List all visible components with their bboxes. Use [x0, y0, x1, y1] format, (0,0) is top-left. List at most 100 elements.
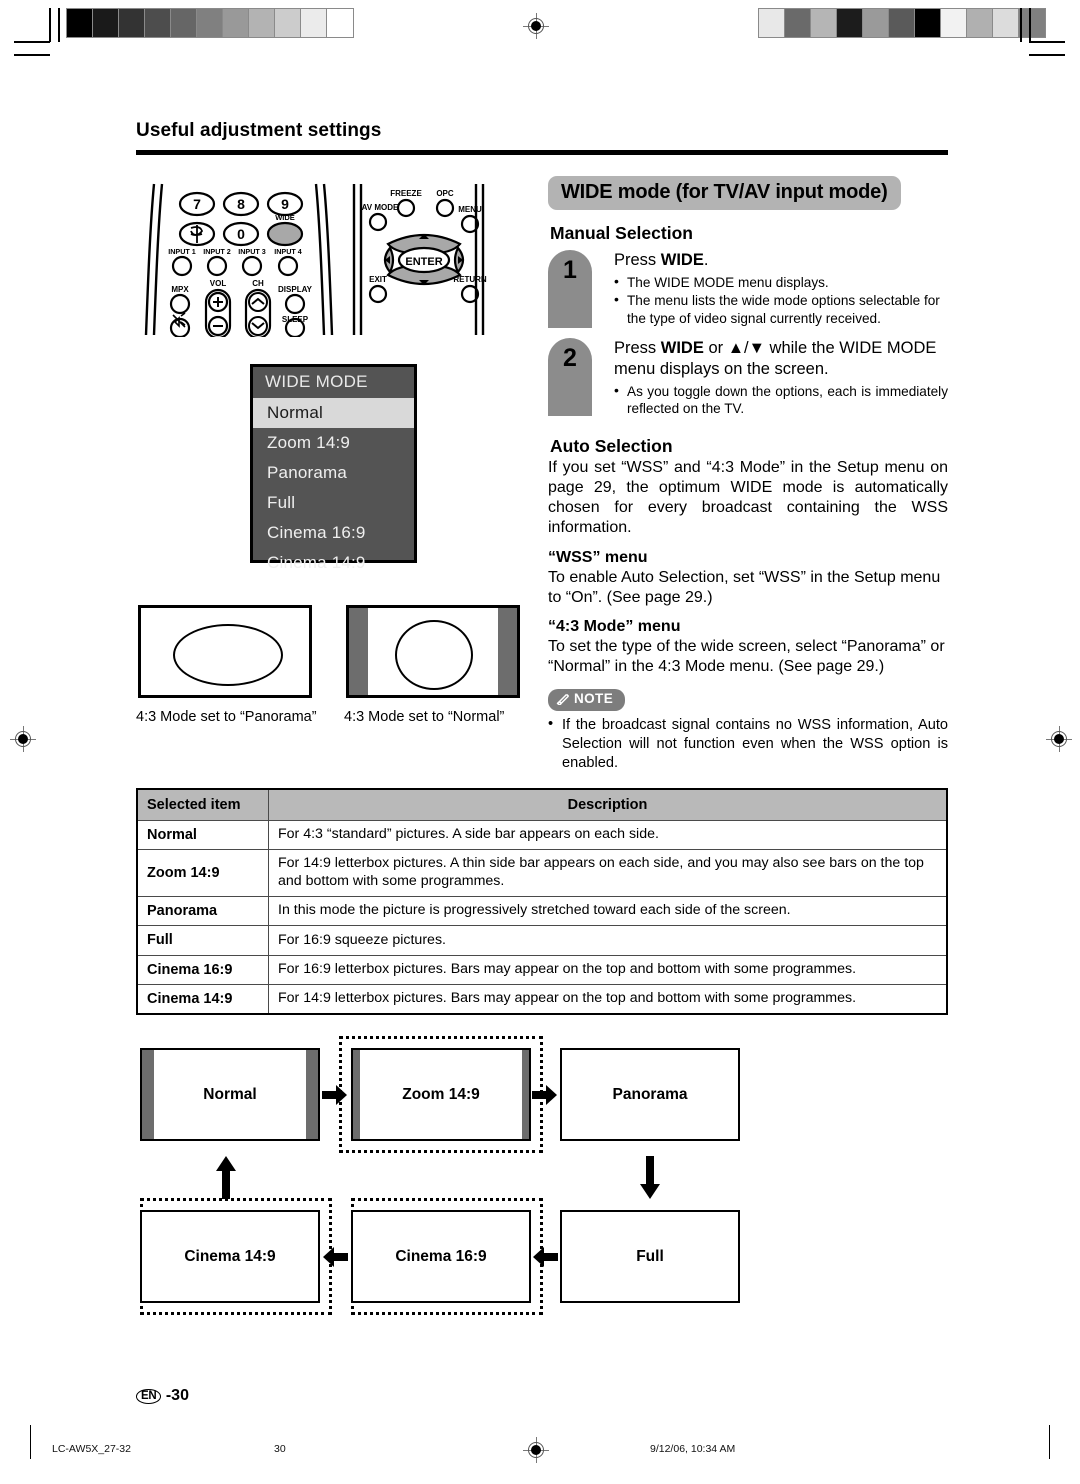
table-header-description: Description [268, 788, 948, 821]
svg-text:9: 9 [281, 196, 289, 212]
svg-text:OPC: OPC [436, 189, 454, 198]
flow-box-normal: Normal [140, 1048, 320, 1141]
table-row: Full For 16:9 squeeze pictures. [136, 925, 948, 956]
step-1-bullets: The WIDE MODE menu displays. The menu li… [614, 273, 948, 327]
note-badge: NOTE [548, 689, 626, 712]
table-cell-item: Panorama [136, 896, 269, 927]
flow-box-label: Zoom 14:9 [402, 1085, 480, 1103]
wide-mode-flow-diagram: Normal Zoom 14:9 Panorama Cinema 14:9 Ci… [136, 1030, 876, 1330]
svg-text:AV MODE: AV MODE [362, 203, 399, 212]
page-title: Useful adjustment settings [136, 120, 382, 141]
arrow-down-icon [639, 1156, 661, 1200]
flow-box-cinema-14-9: Cinema 14:9 [140, 1210, 320, 1303]
osd-title: WIDE MODE [265, 372, 368, 391]
manual-selection-title: Manual Selection [550, 223, 693, 243]
step-2-number: 2 [548, 338, 592, 416]
table-cell-item: Cinema 16:9 [136, 954, 269, 985]
svg-text:INPUT 1: INPUT 1 [168, 247, 196, 256]
print-file-name: LC-AW5X_27-32 [52, 1443, 131, 1455]
osd-item-cinema-16-9[interactable]: Cinema 16:9 [253, 518, 414, 548]
step-2-lead-pre: Press [614, 339, 661, 357]
svg-text:CH: CH [252, 279, 264, 288]
auto-selection-title: Auto Selection [550, 436, 673, 456]
arrow-right-icon [532, 1084, 558, 1106]
sample-oval-normal [395, 620, 473, 690]
flow-box-label: Cinema 16:9 [395, 1247, 487, 1265]
language-badge: EN [136, 1389, 162, 1404]
sample-caption-panorama: 4:3 Mode set to “Panorama” [136, 709, 317, 725]
footer-rule-right [1049, 1425, 1050, 1459]
page-number-footer: EN -30 [136, 1387, 189, 1405]
list-item: The menu lists the wide mode options sel… [614, 291, 948, 327]
svg-text:EXIT: EXIT [369, 275, 387, 284]
osd-item-zoom-14-9[interactable]: Zoom 14:9 [253, 428, 414, 458]
mode-menu-title: “4:3 Mode” menu [548, 617, 681, 635]
wide-mode-heading: WIDE mode (for TV/AV input mode) [548, 176, 901, 210]
note-label: NOTE [574, 691, 614, 707]
wss-menu-text: To enable Auto Selection, set “WSS” in t… [548, 568, 941, 606]
step-2-lead: Press WIDE or ▲/▼ while the WIDE MODE me… [614, 338, 948, 380]
svg-text:VOL: VOL [210, 279, 227, 288]
wide-mode-table: Selected item Description Normal For 4:3… [136, 788, 948, 1016]
svg-text:MPX: MPX [171, 285, 189, 294]
pencil-icon [556, 692, 571, 708]
flow-box-zoom-14-9: Zoom 14:9 [351, 1048, 531, 1141]
flow-box-label: Panorama [612, 1085, 688, 1103]
table-cell-item: Normal [136, 819, 269, 851]
table-row: Cinema 16:9 For 16:9 letterbox pictures.… [136, 954, 948, 985]
table-cell-desc: For 14:9 letterbox pictures. A thin side… [268, 849, 948, 898]
flow-box-label: Normal [203, 1085, 257, 1103]
table-cell-item: Full [136, 925, 269, 956]
table-cell-item: Zoom 14:9 [136, 849, 269, 898]
osd-item-normal[interactable]: Normal [253, 398, 414, 428]
mode-menu-text: To set the type of the wide screen, sele… [548, 637, 945, 676]
auto-selection-paragraph: If you set “WSS” and “4:3 Mode” in the S… [548, 459, 948, 537]
svg-text:MENU: MENU [458, 205, 482, 214]
svg-text:WIDE: WIDE [275, 213, 295, 222]
list-item: The WIDE MODE menu displays. [614, 273, 948, 291]
svg-text:ENTER: ENTER [405, 256, 442, 268]
sample-caption-normal: 4:3 Mode set to “Normal” [344, 709, 505, 725]
table-row: Normal For 4:3 “standard” pictures. A si… [136, 819, 948, 851]
table-cell-item: Cinema 14:9 [136, 983, 269, 1015]
table-row: Panorama In this mode the picture is pro… [136, 896, 948, 927]
osd-item-cinema-14-9[interactable]: Cinema 14:9 [253, 548, 414, 578]
table-header-selected-item: Selected item [136, 788, 269, 821]
flow-box-full: Full [560, 1210, 740, 1303]
arrow-left-icon [322, 1246, 348, 1268]
table-cell-desc: In this mode the picture is progressivel… [268, 896, 948, 927]
table-header-row: Selected item Description [136, 788, 948, 821]
step-1-lead-post: . [703, 251, 709, 269]
osd-item-panorama[interactable]: Panorama [253, 458, 414, 488]
page-number-label: -30 [165, 1387, 189, 1404]
list-item: If the broadcast signal contains no WSS … [548, 715, 948, 773]
remote-control-illustration: 7 8 9 0 WIDE INPUT 1 INPUT 2 INPUT 3 INPUT 4 [140, 182, 510, 337]
wss-menu-title: “WSS” menu [548, 548, 648, 566]
svg-text:8: 8 [237, 196, 245, 212]
osd-item-full[interactable]: Full [253, 488, 414, 518]
arrow-right-icon [322, 1084, 348, 1106]
svg-text:DISPLAY: DISPLAY [278, 285, 313, 294]
manual-page: Useful adjustment settings 7 8 9 0 WIDE I… [0, 0, 1080, 1484]
right-column: WIDE mode (for TV/AV input mode) Manual … [548, 176, 948, 773]
step-2: 2 Press WIDE or ▲/▼ while the WIDE MODE … [548, 338, 948, 430]
arrow-up-icon [215, 1156, 237, 1200]
svg-text:FREEZE: FREEZE [390, 189, 422, 198]
svg-text:INPUT 4: INPUT 4 [274, 247, 302, 256]
svg-text:INPUT 3: INPUT 3 [238, 247, 266, 256]
table-cell-desc: For 14:9 letterbox pictures. Bars may ap… [268, 983, 948, 1015]
title-rule [136, 150, 948, 155]
step-1: 1 Press WIDE. The WIDE MODE menu display… [548, 250, 948, 332]
wide-mode-osd-menu: WIDE MODE Normal Zoom 14:9 Panorama Full… [250, 364, 417, 572]
svg-text:INPUT 2: INPUT 2 [203, 247, 231, 256]
print-timestamp: 9/12/06, 10:34 AM [650, 1443, 736, 1455]
flow-box-label: Full [636, 1247, 664, 1265]
step-1-lead: Press WIDE. [614, 250, 948, 271]
step-1-lead-bold: WIDE [660, 251, 704, 269]
sample-oval-panorama [173, 624, 283, 686]
sample-screen-normal [346, 605, 520, 698]
svg-text:7: 7 [193, 196, 201, 212]
footer-rule [30, 1425, 31, 1459]
step-1-lead-pre: Press [614, 251, 661, 269]
step-2-lead-bold: WIDE [660, 339, 704, 357]
